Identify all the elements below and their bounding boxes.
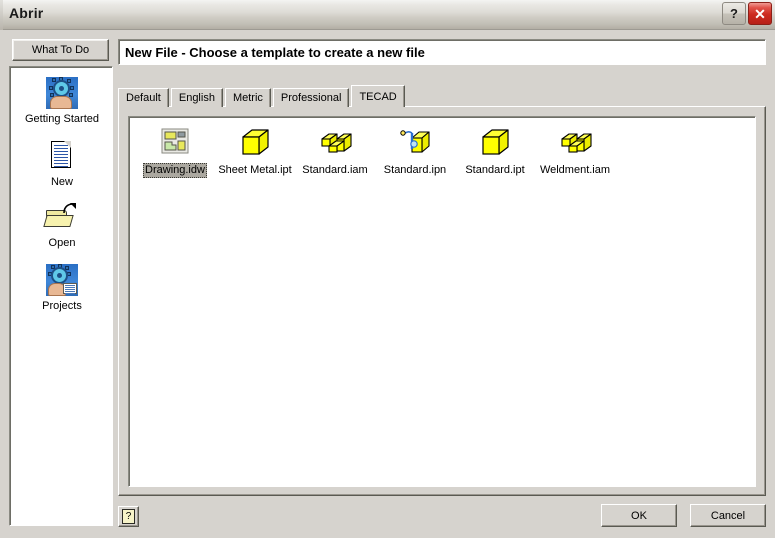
template-file-list[interactable]: Drawing.idw Sheet Metal.ipt Standard.iam…: [128, 116, 756, 487]
file-label: Standard.ipt: [465, 164, 525, 176]
window-title: Abrir: [9, 5, 44, 21]
file-item-standard-ipn[interactable]: Standard.ipn: [375, 127, 455, 178]
file-label: Drawing.idw: [143, 163, 207, 178]
tab-label: TECAD: [359, 90, 397, 103]
what-to-do-button[interactable]: What To Do: [12, 39, 109, 61]
tab-label: English: [178, 92, 215, 104]
file-label: Weldment.iam: [539, 164, 611, 176]
titlebar-help-button[interactable]: ?: [722, 2, 746, 25]
title-bar: Abrir ? ✕: [0, 0, 775, 30]
yellow-cube-icon: [478, 127, 512, 159]
sidebar: What To Do Getting Started New Open Proj…: [9, 39, 113, 529]
titlebar-close-button[interactable]: ✕: [748, 2, 772, 25]
main-panel: New File - Choose a template to create a…: [118, 39, 766, 496]
window-controls: ? ✕: [722, 2, 772, 25]
gear-hand-papers-icon: [46, 264, 78, 296]
file-label: Sheet Metal.ipt: [218, 164, 292, 176]
tab-label: Metric: [232, 92, 263, 104]
file-label: Standard.ipn: [383, 164, 447, 176]
tab-panel: Drawing.idw Sheet Metal.ipt Standard.iam…: [118, 106, 766, 496]
header-bar: New File - Choose a template to create a…: [118, 39, 766, 65]
dialog-client-area: What To Do Getting Started New Open Proj…: [0, 30, 775, 538]
close-x-icon: ✕: [754, 5, 766, 22]
title-bar-edge: [0, 0, 3, 30]
yellow-assembly-icon: [318, 127, 352, 159]
file-item-drawing-idw[interactable]: Drawing.idw: [135, 127, 215, 178]
page-title: New File - Choose a template to create a…: [125, 44, 425, 60]
open-folder-icon: [43, 203, 79, 233]
sidebar-item-label: New: [50, 176, 73, 188]
ok-button-label: OK: [631, 509, 647, 522]
help-question-icon: ?: [730, 6, 738, 21]
yellow-assembly-icon: [558, 127, 592, 159]
cancel-button[interactable]: Cancel: [690, 504, 766, 527]
help-button[interactable]: ?: [118, 506, 139, 527]
open-file-dialog: Abrir ? ✕ What To Do Getting Started New…: [0, 0, 775, 538]
sidebar-item-label: Projects: [42, 300, 82, 312]
tab-english[interactable]: English: [170, 88, 223, 107]
sidebar-item-projects[interactable]: Projects: [10, 264, 112, 313]
sidebar-item-getting-started[interactable]: Getting Started: [10, 77, 112, 126]
dialog-button-bar: ? OK Cancel: [118, 504, 766, 534]
file-item-standard-ipt[interactable]: Standard.ipt: [455, 127, 535, 178]
sidebar-panel: Getting Started New Open Projects: [9, 66, 113, 526]
help-question-icon: ?: [122, 509, 135, 524]
tab-tecad[interactable]: TECAD: [351, 85, 405, 107]
tab-default[interactable]: Default: [118, 88, 169, 107]
sidebar-item-open[interactable]: Open: [10, 203, 112, 250]
file-item-weldment-iam[interactable]: Weldment.iam: [535, 127, 615, 178]
tab-metric[interactable]: Metric: [224, 88, 271, 107]
sidebar-item-label: Open: [48, 237, 76, 249]
yellow-cube-icon: [238, 127, 272, 159]
sidebar-item-new[interactable]: New: [10, 140, 112, 189]
new-document-icon: [46, 140, 78, 172]
presentation-icon: [398, 127, 432, 159]
tab-professional[interactable]: Professional: [272, 88, 350, 107]
file-item-sheet-metal-ipt[interactable]: Sheet Metal.ipt: [215, 127, 295, 178]
file-label: Standard.iam: [302, 164, 368, 176]
ok-button[interactable]: OK: [601, 504, 677, 527]
template-tabstrip: Default English Metric Professional TECA…: [118, 85, 407, 107]
tab-label: Professional: [280, 92, 342, 104]
cancel-button-label: Cancel: [710, 509, 746, 522]
drawing-sheet-icon: [158, 127, 192, 159]
sidebar-item-label: Getting Started: [25, 113, 99, 125]
gear-hand-icon: [46, 77, 78, 109]
what-to-do-label: What To Do: [31, 44, 90, 56]
file-item-standard-iam[interactable]: Standard.iam: [295, 127, 375, 178]
folder-arrow-icon: [63, 203, 76, 214]
tab-label: Default: [126, 92, 161, 104]
